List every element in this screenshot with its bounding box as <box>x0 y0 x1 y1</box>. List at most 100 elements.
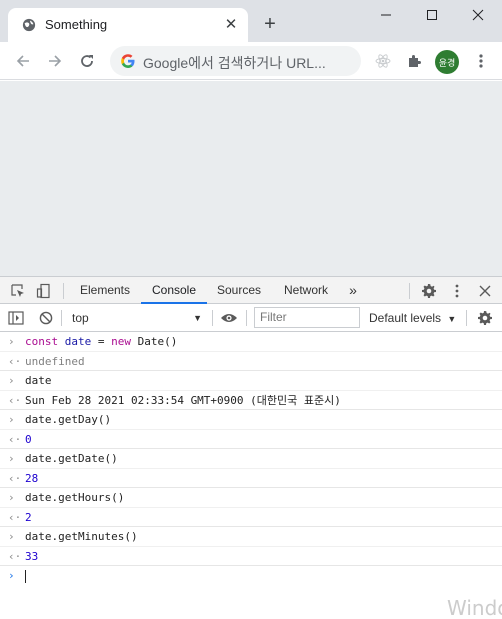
text-caret <box>25 569 26 583</box>
separator <box>63 283 64 299</box>
device-icon <box>36 283 50 299</box>
separator <box>61 310 62 326</box>
inspect-icon <box>11 284 24 297</box>
log-levels-label: Default levels <box>369 311 442 325</box>
block-icon <box>39 311 53 325</box>
chevron-right-icon: › <box>8 452 15 465</box>
back-button[interactable] <box>13 51 33 71</box>
context-selector[interactable]: top ▼ <box>64 308 208 328</box>
context-label: top <box>72 311 89 325</box>
console-line-input: › date <box>0 371 502 391</box>
return-arrow-icon: ‹· <box>8 471 22 485</box>
console-input-text: date.getDate() <box>25 452 118 465</box>
page-viewport <box>0 81 502 276</box>
filter-input[interactable]: Filter <box>254 307 360 328</box>
separator <box>246 310 247 326</box>
google-icon <box>121 54 135 68</box>
log-levels-dropdown[interactable]: Default levels ▼ <box>369 308 456 329</box>
react-extension-icon <box>375 54 391 68</box>
arrow-left-icon <box>16 55 29 67</box>
more-vert-icon <box>479 54 483 68</box>
profile-avatar[interactable]: 윤경 <box>435 50 459 74</box>
console-input-text: date.getDay() <box>25 413 112 426</box>
arrow-right-icon <box>49 55 62 67</box>
clear-console-button[interactable] <box>37 309 55 327</box>
chevron-right-icon: › <box>8 335 15 348</box>
return-arrow-icon: ‹· <box>8 432 22 446</box>
console-input-text: date.getMinutes() <box>25 530 138 543</box>
console-line-output: ‹· 0 <box>0 430 502 449</box>
console-input-text: date.getHours() <box>25 491 125 504</box>
chevron-right-icon: › <box>8 530 15 543</box>
new-tab-button[interactable]: + <box>260 14 280 34</box>
return-arrow-icon: ‹· <box>8 354 22 368</box>
console-toolbar: top ▼ Filter Default levels ▼ <box>0 304 502 332</box>
console-output-text: 33 <box>25 549 39 563</box>
close-icon <box>479 285 491 297</box>
tab-console[interactable]: Console <box>141 277 207 304</box>
console-output[interactable]: › const date = new Date() ‹· undefined ›… <box>0 332 502 619</box>
tab-elements[interactable]: Elements <box>72 277 138 304</box>
code-call: Date() <box>137 335 178 348</box>
live-expression-button[interactable] <box>220 309 238 327</box>
console-output-text: undefined <box>25 354 85 368</box>
code-keyword: const <box>25 335 59 348</box>
console-line-output: ‹· 28 <box>0 469 502 488</box>
puzzle-icon <box>409 55 421 67</box>
console-settings-button[interactable] <box>476 309 494 327</box>
omnibox[interactable]: Google에서 검색하거나 URL... <box>110 46 361 76</box>
eye-icon <box>221 314 237 322</box>
code-variable: date <box>64 335 92 348</box>
return-arrow-icon: ‹· <box>8 549 22 563</box>
console-output-text: 0 <box>25 432 32 446</box>
console-line-input: › date.getDate() <box>0 449 502 469</box>
separator <box>212 310 213 326</box>
reload-icon <box>81 55 93 67</box>
chevron-right-icon: › <box>8 569 15 582</box>
reload-button[interactable] <box>77 51 97 71</box>
code-keyword: new <box>111 335 131 348</box>
browser-toolbar: Google에서 검색하거나 URL... 윤경 <box>0 42 502 80</box>
forward-button[interactable] <box>45 51 65 71</box>
sidebar-icon <box>8 311 24 325</box>
close-devtools-button[interactable] <box>476 282 494 300</box>
devtools-tab-bar: Elements Console Sources Network » <box>0 276 502 304</box>
console-prompt-line[interactable]: › <box>0 566 502 586</box>
browser-menu-button[interactable] <box>471 51 491 71</box>
triangle-down-icon: ▼ <box>447 314 457 324</box>
gear-icon <box>478 311 492 325</box>
toggle-sidebar-button[interactable] <box>7 309 25 327</box>
minimize-icon <box>381 14 391 16</box>
devtools-settings-button[interactable] <box>420 282 438 300</box>
return-arrow-icon: ‹· <box>8 393 22 407</box>
gear-icon <box>422 284 436 298</box>
console-output-text: 28 <box>25 471 39 485</box>
devtools-menu-button[interactable] <box>448 282 466 300</box>
minimize-button[interactable] <box>363 0 409 30</box>
console-line-output: ‹· 2 <box>0 508 502 527</box>
chevron-right-icon: › <box>8 374 15 387</box>
browser-tab[interactable]: Something ✕ <box>8 8 248 42</box>
chevron-right-icon: › <box>8 413 15 426</box>
globe-icon <box>22 18 36 32</box>
more-tabs-button[interactable]: » <box>341 277 365 304</box>
console-line-input: › date.getHours() <box>0 488 502 508</box>
maximize-button[interactable] <box>409 0 455 30</box>
extension-button[interactable] <box>373 51 393 71</box>
inspect-element-button[interactable] <box>9 282 27 300</box>
close-icon <box>472 9 484 21</box>
console-input-text: date <box>25 374 52 387</box>
close-window-button[interactable] <box>455 0 501 30</box>
device-toolbar-button[interactable] <box>35 282 53 300</box>
close-tab-icon[interactable]: ✕ <box>222 15 240 33</box>
return-arrow-icon: ‹· <box>8 510 22 524</box>
console-line-output: ‹· 33 <box>0 547 502 566</box>
console-line-input: › const date = new Date() <box>0 332 502 352</box>
tab-network[interactable]: Network <box>274 277 338 304</box>
console-line-input: › date.getMinutes() <box>0 527 502 547</box>
tab-sources[interactable]: Sources <box>208 277 270 304</box>
tab-title: Something <box>45 17 108 32</box>
extensions-menu-button[interactable] <box>404 51 424 71</box>
maximize-icon <box>427 10 437 20</box>
console-line-output: ‹· undefined <box>0 352 502 371</box>
